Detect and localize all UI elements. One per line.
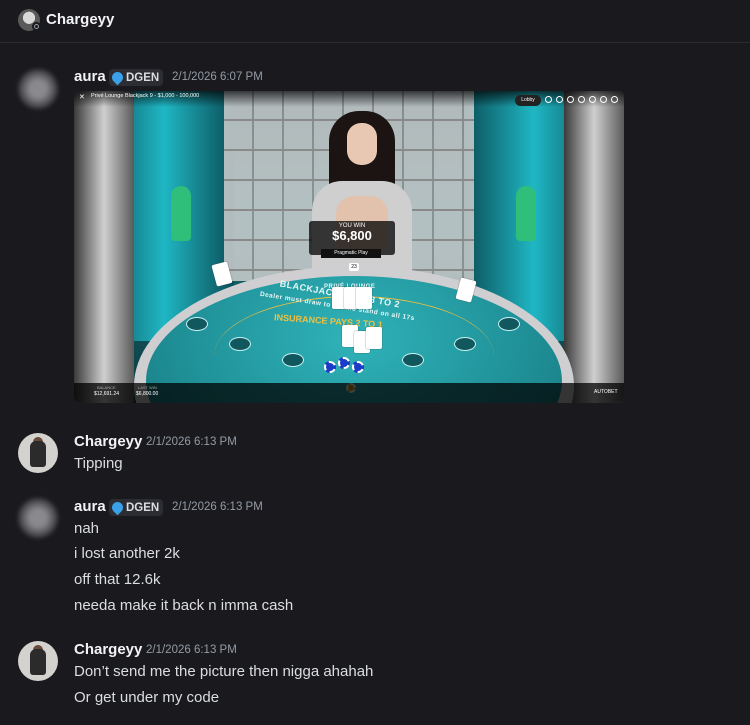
message-timestamp[interactable]: 2/1/2026 6:07 PM	[172, 71, 263, 83]
message-timestamp[interactable]: 2/1/2026 6:13 PM	[146, 436, 237, 448]
card-count: 23	[349, 263, 359, 271]
last-win-value: $6,800.00	[136, 391, 159, 397]
guild-tag-badge[interactable]: DGEN	[109, 499, 164, 516]
message-timestamp[interactable]: 2/1/2026 6:13 PM	[146, 644, 237, 656]
message-text: Tipping	[74, 455, 123, 472]
guild-tag-label: DGEN	[126, 71, 160, 84]
message-text: Or get under my code	[74, 689, 220, 706]
message-author[interactable]: Chargeyy	[74, 433, 142, 450]
image-attachment[interactable]: PRIVÉ LOUNGE BLACKJACK PAYS 3 TO 2 Deale…	[74, 91, 624, 403]
provider-label: Pragmatic Play	[321, 249, 381, 258]
guild-tag-badge[interactable]: DGEN	[109, 69, 164, 86]
dealer	[347, 123, 377, 165]
message-text: Don’t send me the picture then nigga aha…	[74, 663, 374, 680]
message-text: needa make it back n imma cash	[74, 597, 294, 614]
avatar-aura[interactable]	[18, 498, 58, 538]
message-author[interactable]: Chargeyy	[74, 641, 142, 658]
lobby-button: Lobby	[515, 95, 541, 106]
lamp-left	[171, 186, 191, 241]
droplet-icon	[109, 69, 126, 86]
lamp-right	[516, 186, 536, 241]
balance-value: $12,691.24	[94, 391, 120, 397]
guild-tag-label: DGEN	[126, 501, 160, 514]
game-title: Privé Lounge Blackjack 9 - $1,000 - 100,…	[91, 93, 200, 99]
message-author[interactable]: aura	[74, 68, 106, 85]
channel-title: Chargeyy	[46, 11, 115, 28]
droplet-icon	[109, 499, 126, 516]
message-text: nah	[74, 520, 100, 537]
channel-header: Chargeyy	[0, 0, 750, 43]
avatar-chargeyy[interactable]	[18, 433, 58, 473]
avatar-chargeyy[interactable]	[18, 641, 58, 681]
avatar-aura[interactable]	[18, 69, 58, 109]
message-text: off that 12.6k	[74, 571, 161, 588]
message-text: i lost another 2k	[74, 545, 180, 562]
status-indicator-icon	[32, 22, 41, 31]
message-author[interactable]: aura	[74, 498, 106, 515]
autobet-label: AUTOBET	[594, 389, 618, 395]
message-timestamp[interactable]: 2/1/2026 6:13 PM	[172, 501, 263, 513]
